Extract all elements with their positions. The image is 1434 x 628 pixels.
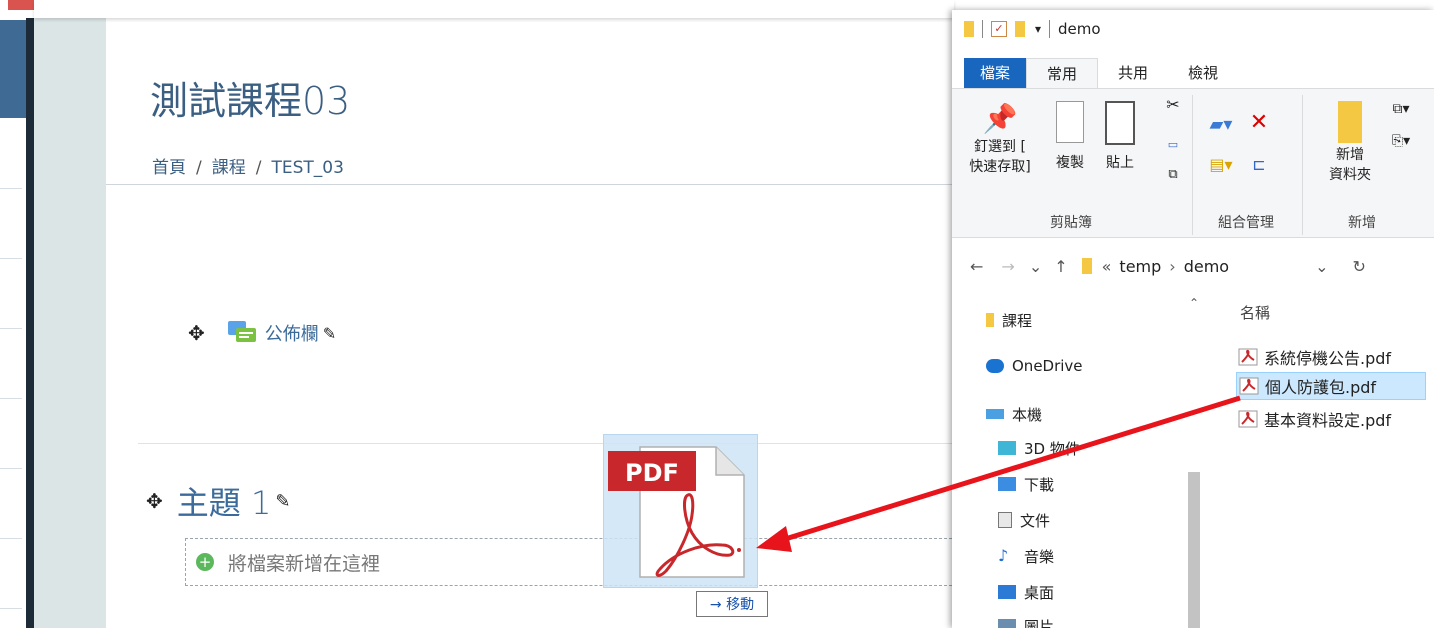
easy-access-icon[interactable]: ⎘▾ — [1386, 131, 1416, 151]
nav-item-music[interactable]: ♪ 音樂 — [998, 542, 1054, 570]
nav-item-this-pc[interactable]: 本機 — [986, 400, 1042, 428]
nav-item-courses[interactable]: 課程 — [986, 306, 1032, 334]
nav-item-onedrive[interactable]: OneDrive — [986, 352, 1083, 380]
move-handle-icon[interactable]: ✥ — [146, 489, 163, 513]
pdf-icon — [1239, 377, 1259, 395]
new-item-icon[interactable]: ⧉▾ — [1386, 99, 1416, 119]
nav-item-downloads[interactable]: 下載 — [998, 470, 1054, 498]
top-navbar — [34, 0, 954, 18]
window-title: demo — [1058, 20, 1101, 38]
nav-item-pictures[interactable]: 圖片 — [998, 612, 1054, 628]
group-new-label: 新增 — [1348, 215, 1376, 231]
address-crumb-demo[interactable]: demo — [1184, 257, 1229, 276]
address-crumb-temp[interactable]: temp — [1119, 257, 1161, 276]
forum-link[interactable]: 公佈欄 — [265, 320, 319, 346]
active-nav-indicator[interactable] — [0, 20, 26, 118]
new-folder-icon — [1338, 101, 1362, 143]
left-rail — [0, 0, 74, 628]
breadcrumb: 首頁 / 課程 / TEST_03 — [152, 158, 344, 178]
edit-pencil-icon[interactable]: ✎ — [275, 491, 290, 512]
pin-quick-access-button[interactable]: 📌 釘選到 [ 快速存取] — [958, 102, 1042, 177]
paste-button[interactable]: 貼上 — [1098, 101, 1142, 173]
rail-divider — [0, 188, 22, 189]
breadcrumb-courses[interactable]: 課程 — [212, 158, 246, 178]
rename-icon[interactable]: ⊏ — [1244, 155, 1274, 175]
forum-activity: ✥ 公佈欄 ✎ — [188, 318, 336, 348]
nav-item-3d-objects[interactable]: 3D 物件 — [998, 434, 1080, 462]
ribbon-home: 📌 釘選到 [ 快速存取] 複製 貼上 ✂ ▭ ⧉ ▰▾ ✕ ▤▾ ⊏ 新增 資… — [952, 88, 1434, 238]
file-item-selected[interactable]: 個人防護包.pdf — [1236, 372, 1426, 400]
forward-button[interactable]: → — [1001, 257, 1014, 276]
file-explorer-window[interactable]: ✓ ▾ demo 檔案 常用 共用 檢視 📌 釘選到 [ 快速存取] 複製 貼上… — [952, 10, 1434, 628]
divider — [106, 184, 952, 185]
breadcrumb-overflow[interactable]: « — [1102, 257, 1112, 276]
column-header-name[interactable]: 名稱 — [1240, 302, 1270, 323]
drag-move-tooltip: → 移動 — [696, 591, 768, 617]
tab-home[interactable]: 常用 — [1026, 58, 1099, 89]
recent-locations-button[interactable]: ⌄ — [1029, 257, 1042, 276]
address-bar: ← → ⌄ ↑ « temp › demo ⌄ ↻ — [952, 246, 1434, 286]
clipboard-icon — [1105, 101, 1135, 145]
pin-icon: 📌 — [982, 102, 1018, 135]
edit-pencil-icon[interactable]: ✎ — [323, 324, 336, 343]
explorer-titlebar[interactable]: ✓ ▾ demo — [952, 10, 1434, 48]
navigation-pane: 課程 OneDrive 本機 3D 物件 下載 文件 ♪ 音樂 桌面 圖片 — [952, 292, 1210, 628]
rail-divider — [0, 468, 22, 469]
rail-divider — [0, 538, 22, 539]
forum-icon — [227, 320, 257, 346]
up-button[interactable]: ↑ — [1054, 257, 1067, 276]
pdf-icon — [1238, 410, 1258, 428]
folder-icon — [964, 21, 974, 37]
page-title: 測試課程03 — [150, 79, 351, 123]
delete-icon[interactable]: ✕ — [1244, 112, 1274, 134]
new-folder-button[interactable]: 新增 資料夾 — [1318, 101, 1382, 185]
rail-divider — [0, 398, 22, 399]
refresh-button[interactable]: ↻ — [1352, 257, 1365, 276]
qat-dropdown-icon[interactable]: ▾ — [1035, 22, 1041, 36]
tab-share[interactable]: 共用 — [1098, 58, 1168, 88]
cut-icon[interactable]: ✂ — [1162, 95, 1184, 115]
copy-icon — [1056, 101, 1084, 143]
rail-divider — [0, 608, 22, 609]
topic-title[interactable]: 主題 1 — [177, 478, 272, 524]
copy-path-icon[interactable]: ▭ — [1162, 135, 1184, 155]
breadcrumb-course[interactable]: TEST_03 — [271, 158, 343, 178]
move-handle-icon[interactable]: ✥ — [188, 321, 205, 345]
drag-ghost: PDF — [603, 434, 758, 588]
nav-item-documents[interactable]: 文件 — [998, 506, 1050, 534]
pdf-file-icon: PDF — [608, 446, 745, 578]
paste-shortcut-icon[interactable]: ⧉ — [1162, 165, 1184, 185]
content-gutter — [34, 18, 106, 628]
file-item[interactable]: 基本資料設定.pdf — [1238, 405, 1391, 433]
chevron-right-icon: › — [1169, 256, 1176, 276]
rail-divider — [0, 328, 22, 329]
rail-divider — [0, 258, 22, 259]
nav-scrollbar-thumb[interactable] — [1188, 472, 1200, 628]
scroll-up-icon[interactable]: ⌃ — [1184, 296, 1204, 310]
tab-view[interactable]: 檢視 — [1168, 58, 1238, 88]
nav-item-desktop[interactable]: 桌面 — [998, 578, 1054, 606]
address-dropdown-button[interactable]: ⌄ — [1315, 257, 1328, 276]
file-dropzone[interactable]: + 將檔案新增在這裡 — [185, 538, 952, 586]
breadcrumb-home[interactable]: 首頁 — [152, 158, 186, 178]
group-organize-label: 組合管理 — [1218, 215, 1274, 231]
add-circle-icon: + — [196, 553, 214, 571]
section-divider — [138, 443, 952, 444]
copy-button[interactable]: 複製 — [1048, 101, 1092, 173]
group-clipboard-label: 剪貼簿 — [1050, 215, 1092, 231]
file-item[interactable]: 系統停機公告.pdf — [1238, 343, 1391, 371]
copy-to-icon[interactable]: ▤▾ — [1204, 155, 1238, 175]
folder-icon — [1081, 258, 1092, 274]
dropzone-label: 將檔案新增在這裡 — [228, 552, 381, 575]
sidebar-dark-edge — [26, 18, 34, 628]
pdf-icon — [1238, 348, 1258, 366]
properties-checkbox-icon[interactable]: ✓ — [991, 21, 1007, 37]
topic-header: ✥ 主題 1 ✎ — [146, 478, 290, 524]
tab-file[interactable]: 檔案 — [964, 58, 1027, 88]
pdf-ghost-label: PDF — [625, 459, 679, 487]
back-button[interactable]: ← — [970, 257, 983, 276]
move-to-icon[interactable]: ▰▾ — [1204, 115, 1238, 135]
new-folder-icon[interactable] — [1015, 21, 1025, 37]
ribbon-tabs: 檔案 常用 共用 檢視 — [952, 58, 1238, 89]
